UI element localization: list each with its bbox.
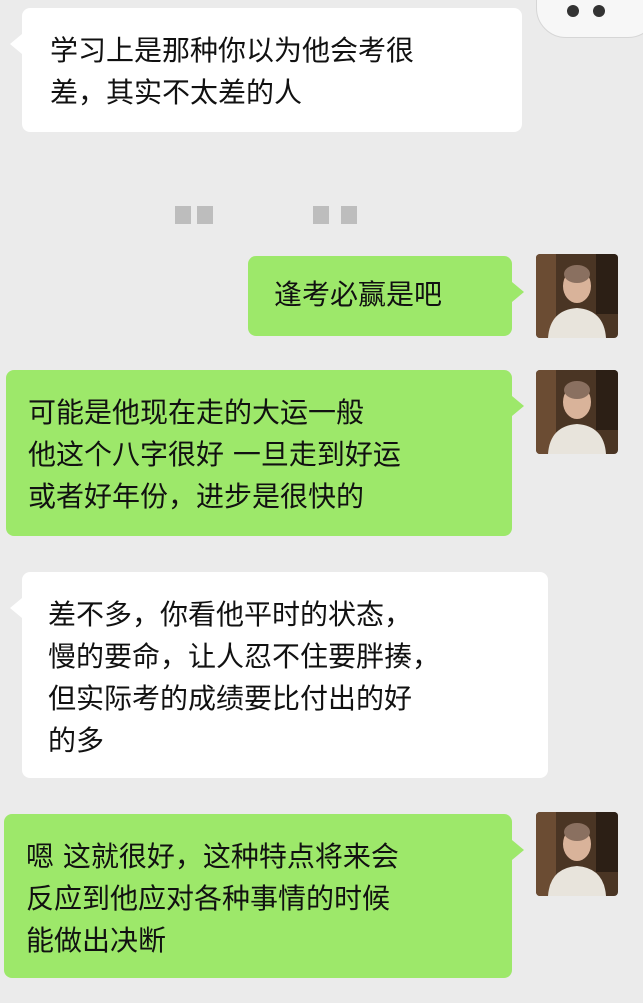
avatar[interactable] [536, 812, 618, 896]
timestamp-blurred [313, 206, 357, 224]
message-bubble-outgoing[interactable]: 嗯 这就很好，这种特点将来会 反应到他应对各种事情的时候 能做出决断 [4, 814, 524, 978]
message-text-line: 的多 [48, 724, 105, 757]
message-bubble-outgoing[interactable]: 可能是他现在走的大运一般 他这个八字很好 一旦走到好运 或者好年份，进步是很快的 [6, 370, 524, 536]
message-text-line: 他这个八字很好 一旦走到好运 [28, 438, 401, 471]
message-bubble-incoming[interactable]: 学习上是那种你以为他会考很 差，其实不太差的人 [10, 8, 522, 132]
message-bubble-outgoing[interactable]: 逢考必赢是吧 [248, 256, 524, 336]
message-text-line: 可能是他现在走的大运一般 [28, 396, 365, 429]
bubble-tail [512, 282, 524, 302]
message-text-line: 反应到他应对各种事情的时候 [26, 882, 391, 915]
message-text-line: 学习上是那种你以为他会考很 [50, 34, 415, 67]
widget-dot-icon [567, 5, 579, 17]
bubble-tail [10, 34, 22, 54]
message-text-line: 或者好年份，进步是很快的 [28, 480, 365, 513]
message-text-line: 嗯 这就很好，这种特点将来会 [26, 840, 399, 873]
bubble-tail [512, 396, 524, 416]
bubble-tail [10, 598, 22, 618]
top-right-widget [536, 0, 643, 38]
avatar[interactable] [536, 254, 618, 338]
message-text-line: 差，其实不太差的人 [50, 76, 303, 109]
avatar[interactable] [536, 370, 618, 454]
message-text-line: 但实际考的成绩要比付出的好 [48, 682, 413, 715]
message-text-line: 慢的要命，让人忍不住要胖揍， [48, 640, 441, 673]
bubble-tail [512, 840, 524, 860]
message-text-line: 能做出决断 [26, 924, 167, 957]
message-bubble-incoming[interactable]: 差不多，你看他平时的状态， 慢的要命，让人忍不住要胖揍， 但实际考的成绩要比付出… [10, 572, 548, 778]
timestamp-blurred [175, 206, 213, 224]
message-text-line: 差不多，你看他平时的状态， [48, 598, 413, 631]
message-text-line: 逢考必赢是吧 [274, 278, 443, 311]
widget-dot-icon [593, 5, 605, 17]
